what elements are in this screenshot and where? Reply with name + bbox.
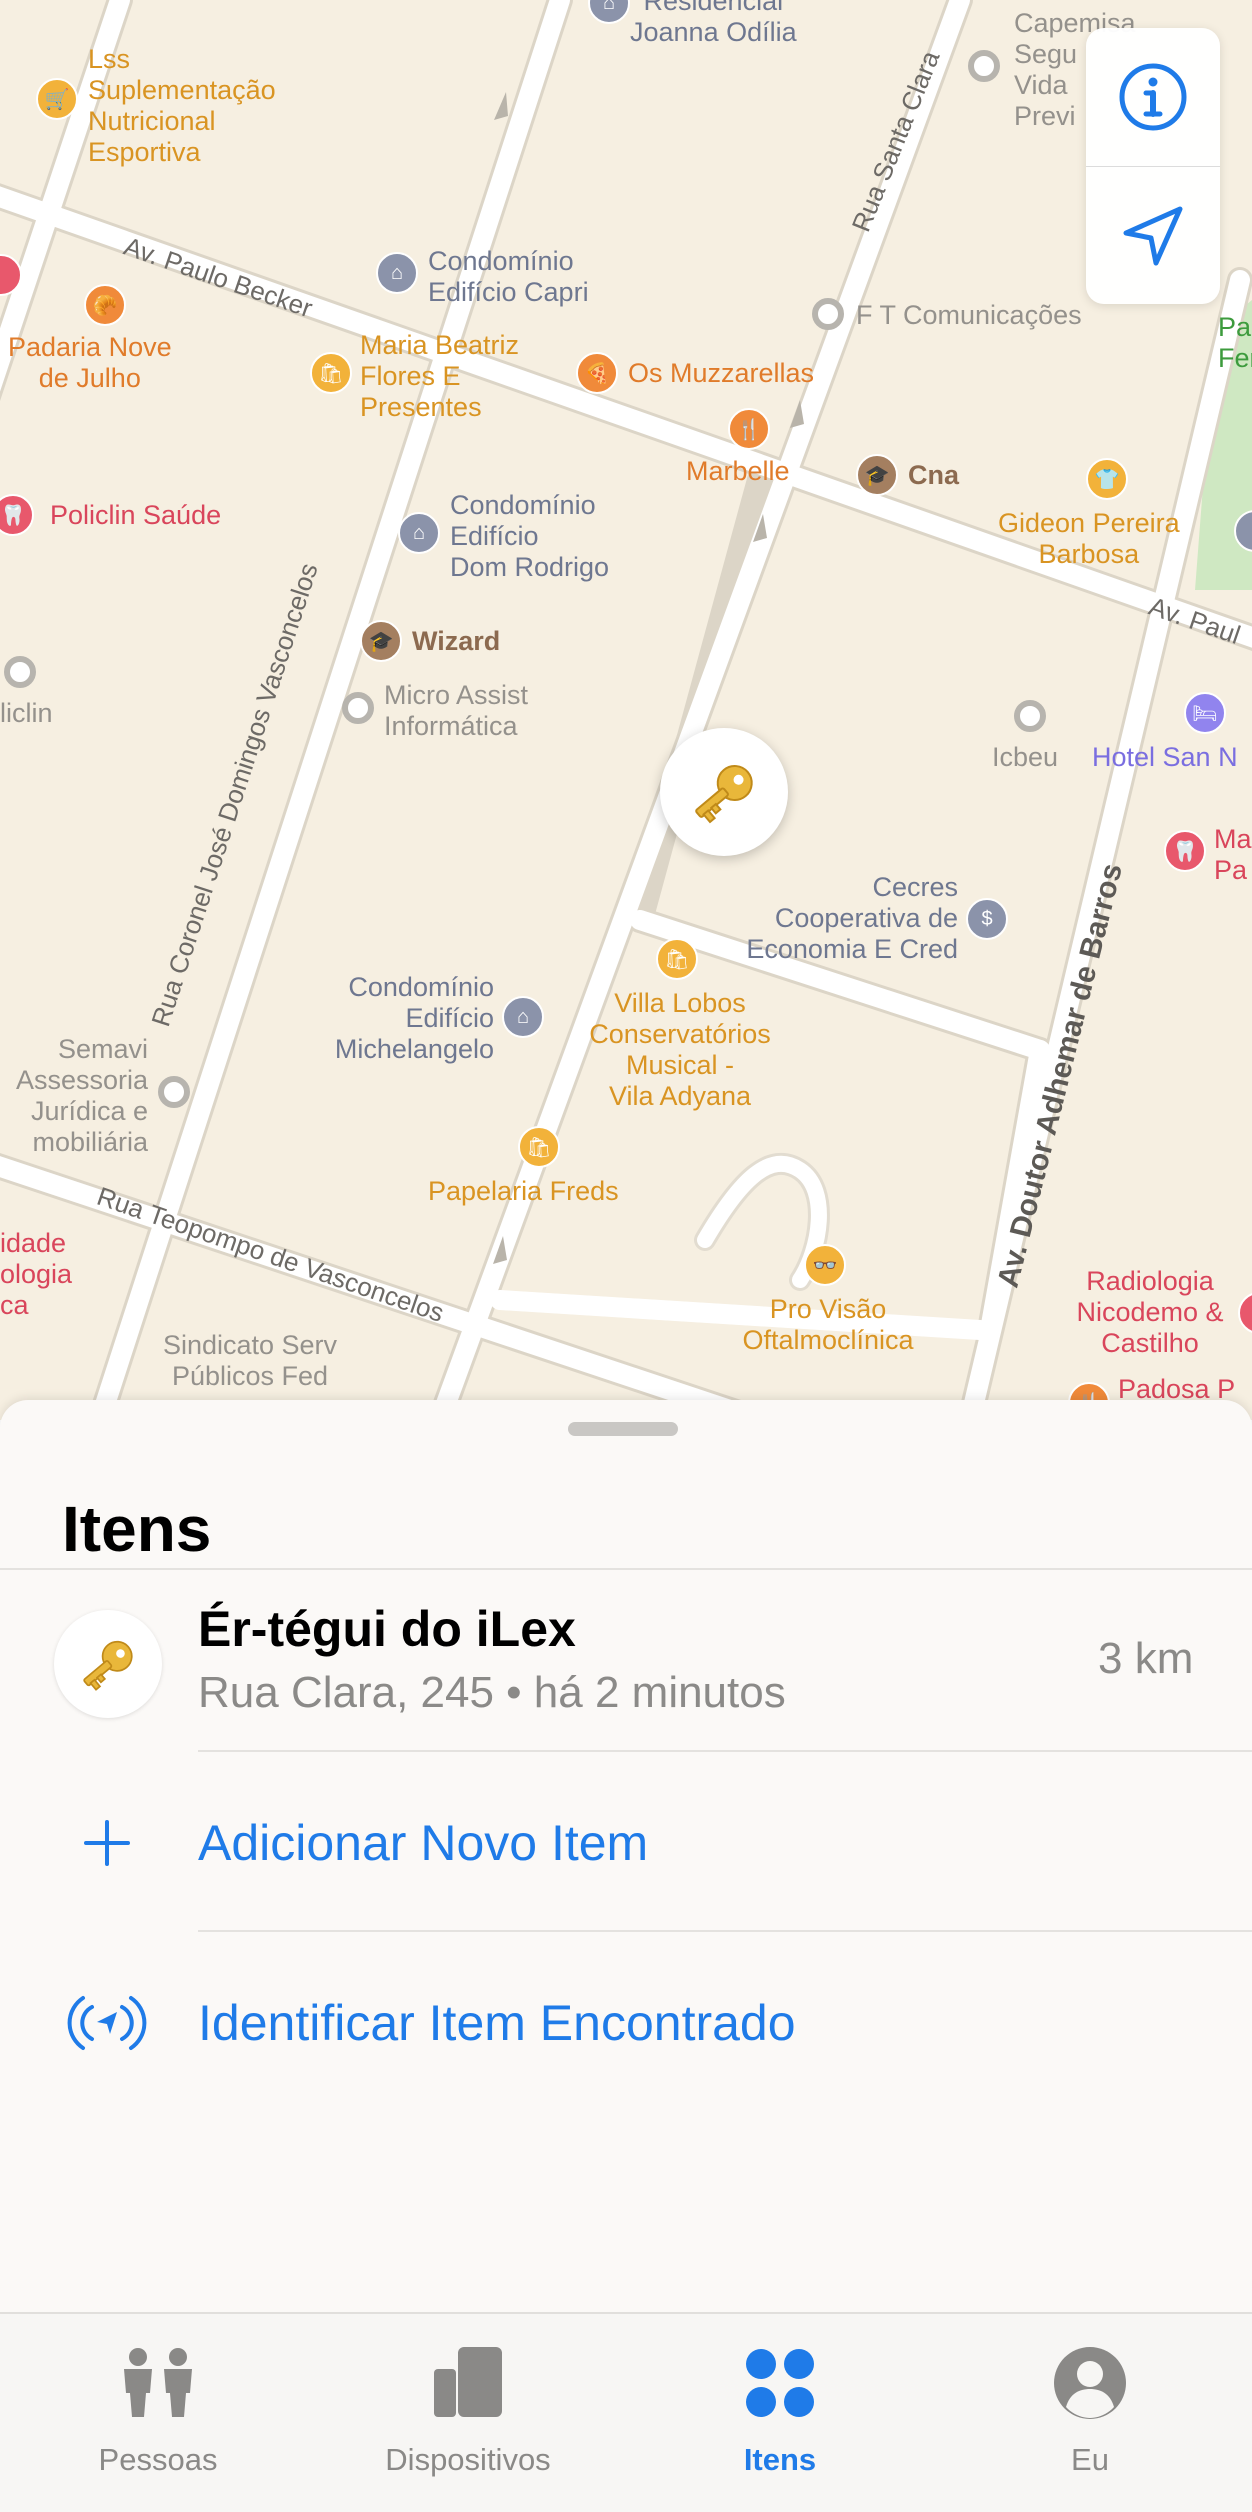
dot-icon[interactable] [4, 656, 36, 688]
poi-gideon[interactable]: Gideon Pereira Barbosa [998, 508, 1180, 570]
item-address: Rua Clara, 245 • há 2 minutos [198, 1668, 786, 1717]
poi-padaria[interactable]: Padaria Nove de Julho [8, 332, 172, 394]
poi-sindicato[interactable]: Sindicato Serv Públicos Fed [140, 1330, 360, 1392]
tab-pessoas-label: Pessoas [98, 2442, 218, 2477]
key-icon [83, 1640, 133, 1691]
poi-idade-ologia[interactable]: idade ologia ca [0, 1228, 72, 1321]
tab-itens[interactable]: Itens [630, 2324, 930, 2504]
glasses-icon[interactable]: 👓 [804, 1244, 846, 1286]
building-icon[interactable]: ⌂ [502, 996, 544, 1038]
tooth-icon[interactable]: 🦷 [1164, 830, 1206, 872]
item-distance: 3 km [1098, 1634, 1194, 1683]
poi-maria-beatriz[interactable]: Maria Beatriz Flores E Presentes [360, 330, 519, 423]
info-icon [1119, 63, 1187, 131]
dot-icon[interactable] [812, 298, 844, 330]
poi-wizard[interactable]: Wizard [412, 626, 500, 657]
bag-icon[interactable]: 🛍 [310, 352, 352, 394]
item-location-marker[interactable] [660, 728, 788, 856]
title-divider [0, 1568, 1252, 1570]
tab-eu-label: Eu [1071, 2442, 1109, 2477]
street-network: .road { stroke: #ffffff; fill: none; str… [0, 0, 1252, 1420]
dot-icon[interactable] [1014, 700, 1046, 732]
map-controls [1086, 28, 1220, 304]
find-my-app: .road { stroke: #ffffff; fill: none; str… [0, 0, 1252, 2512]
sheet-grabber[interactable] [568, 1422, 678, 1436]
poi-os-muzzarellas[interactable]: Os Muzzarellas [628, 358, 814, 389]
poi-lss[interactable]: Lss Suplementação Nutricional Esportiva [88, 44, 276, 168]
bag-icon[interactable]: 🛍 [656, 938, 698, 980]
poi-radiologia[interactable]: Radiologia Nicodemo & Castilho [1050, 1266, 1250, 1359]
devices-icon [434, 2347, 502, 2417]
poi-liclin[interactable]: liclin [0, 698, 53, 729]
bakery-icon[interactable]: 🥐 [84, 284, 126, 326]
poi-policlin-saude[interactable]: Policlin Saúde [50, 500, 221, 531]
identify-found-item-label: Identificar Item Encontrado [198, 1995, 796, 2051]
location-arrow-icon [1123, 206, 1183, 266]
poi-pro-visao[interactable]: Pro Visão Oftalmoclínica [718, 1294, 938, 1356]
building-icon[interactable]: ⌂ [376, 252, 418, 294]
dot-icon[interactable] [968, 50, 1000, 82]
school-icon[interactable]: 🎓 [856, 454, 898, 496]
key-icon [695, 765, 753, 824]
poi-ft-comunicacoes[interactable]: F T Comunicações [856, 300, 1082, 331]
bed-icon[interactable]: 🛏 [1184, 692, 1226, 734]
tab-eu[interactable]: Eu [940, 2324, 1240, 2504]
poi-cna[interactable]: Cna [908, 460, 959, 491]
row-divider [198, 1750, 1252, 1752]
row-divider [198, 1930, 1252, 1932]
tab-dispositivos-label: Dispositivos [385, 2442, 551, 2477]
dot-icon[interactable] [158, 1076, 190, 1108]
poi-cecres[interactable]: Cecres Cooperativa de Economia E Cred [700, 872, 958, 965]
track-location-button[interactable] [1086, 167, 1220, 305]
poi-icbeu[interactable]: Icbeu [992, 742, 1058, 773]
poi-pa-fer[interactable]: Pa Fer [1218, 312, 1252, 374]
sheet-title: Itens [62, 1493, 212, 1565]
poi-michelangelo[interactable]: Condomínio Edifício Michelangelo [290, 972, 494, 1065]
poi-residencial-joanna[interactable]: Residencial Joanna Odília [630, 0, 797, 48]
poi-papelaria-freds[interactable]: Papelaria Freds [428, 1176, 619, 1207]
map-view[interactable]: .road { stroke: #ffffff; fill: none; str… [0, 0, 1252, 1420]
add-new-item-label: Adicionar Novo Item [198, 1815, 649, 1871]
poi-micro-assist[interactable]: Micro Assist Informática [384, 680, 528, 742]
items-sheet[interactable]: Itens Ér-tégui do iLex Rua Clara, 245 • … [0, 1400, 1252, 2312]
tab-pessoas[interactable]: Pessoas [8, 2324, 308, 2504]
bank-icon[interactable]: $ [966, 898, 1008, 940]
building-icon[interactable]: ⌂ [398, 512, 440, 554]
poi-dom-rodrigo[interactable]: Condomínio Edifício Dom Rodrigo [450, 490, 609, 583]
pizza-icon[interactable]: 🍕 [576, 352, 618, 394]
item-avatar [54, 1610, 162, 1718]
dot-icon[interactable] [342, 692, 374, 724]
tab-itens-label: Itens [743, 2442, 817, 2477]
tab-bar: Pessoas Dispositivos Itens Eu [0, 2312, 1252, 2512]
info-button[interactable] [1086, 28, 1220, 166]
items-icon [746, 2349, 814, 2417]
poi-ma-pa[interactable]: Ma Pa [1214, 824, 1252, 886]
poi-hotel-san[interactable]: Hotel San N [1092, 742, 1238, 773]
fork-icon[interactable]: 🍴 [728, 408, 770, 450]
bag-icon[interactable]: 🛍 [518, 1126, 560, 1168]
tab-dispositivos[interactable]: Dispositivos [318, 2324, 618, 2504]
person-icon [1054, 2347, 1126, 2419]
found-item-icon [62, 1988, 152, 2058]
poi-marbelle[interactable]: Marbelle [686, 456, 790, 487]
plus-icon [62, 1808, 152, 1878]
poi-semavi[interactable]: Semavi Assessoria Jurídica e mobiliária [0, 1034, 148, 1158]
item-name: Ér-tégui do iLex [198, 1601, 576, 1657]
people-icon [124, 2348, 192, 2417]
school-icon[interactable]: 🎓 [360, 620, 402, 662]
poi-villa-lobos[interactable]: Villa Lobos Conservatórios Musical - Vil… [560, 988, 800, 1112]
poi-condominio-capri[interactable]: Condomínio Edifício Capri [428, 246, 589, 308]
cart-icon[interactable]: 🛒 [36, 78, 78, 120]
shirt-icon[interactable]: 👕 [1086, 458, 1128, 500]
